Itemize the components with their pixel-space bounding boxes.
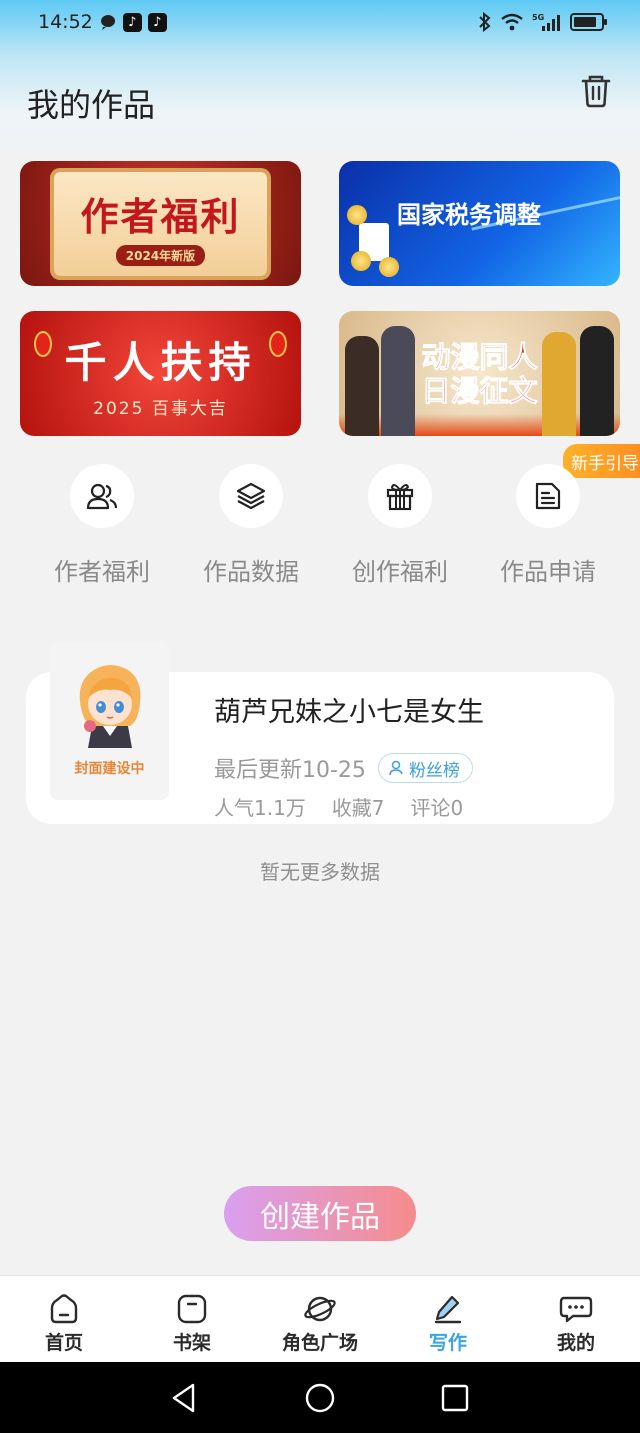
bottom-navigation: 首页 书架 角色广场 写作 我的 bbox=[0, 1275, 640, 1362]
layers-icon bbox=[236, 482, 266, 510]
trash-icon bbox=[581, 75, 611, 108]
no-more-data-text: 暂无更多数据 bbox=[260, 860, 380, 884]
character-illustration bbox=[580, 326, 614, 436]
home-icon bbox=[50, 1294, 78, 1324]
tiktok-icon: ♪ bbox=[122, 12, 142, 32]
quick-menu-work-data[interactable]: 作品数据 bbox=[181, 464, 321, 587]
planet-icon bbox=[304, 1296, 336, 1322]
banner-title: 国家税务调整 bbox=[397, 201, 541, 229]
chat-icon bbox=[559, 1296, 593, 1323]
coin-illustration bbox=[379, 257, 399, 277]
page-title: 我的作品 bbox=[27, 86, 156, 124]
popularity-count: 人气1.1万 bbox=[214, 796, 306, 820]
banner-subtitle: 2025 百事大吉 bbox=[93, 398, 228, 419]
quick-menu-label: 作者福利 bbox=[54, 558, 150, 586]
create-work-button[interactable]: 创建作品 bbox=[224, 1186, 416, 1241]
users-icon bbox=[87, 483, 117, 510]
quick-menu-creation-welfare[interactable]: 创作福利 bbox=[330, 464, 470, 587]
document-icon bbox=[535, 482, 561, 510]
quick-menu-icon-circle bbox=[516, 464, 580, 528]
signal-label: 5G bbox=[532, 13, 544, 22]
banner-title: 作者福利 bbox=[80, 193, 241, 239]
character-illustration bbox=[542, 332, 576, 436]
lantern-illustration bbox=[34, 331, 52, 357]
quick-menu-author-welfare[interactable]: 作者福利 bbox=[32, 464, 172, 587]
banner-author-welfare[interactable]: 作者福利 2024年新版 bbox=[20, 161, 301, 286]
nav-label: 书架 bbox=[172, 1332, 211, 1354]
nav-item-bookshelf[interactable]: 书架 bbox=[128, 1276, 256, 1362]
nav-label: 角色广场 bbox=[281, 1332, 358, 1354]
quick-menu-label: 创作福利 bbox=[352, 558, 448, 586]
quick-menu-icon-circle bbox=[219, 464, 283, 528]
home-circle-icon[interactable] bbox=[304, 1382, 336, 1414]
quick-menu-label: 作品申请 bbox=[500, 558, 596, 586]
wifi-icon bbox=[501, 13, 523, 31]
work-stats: 人气1.1万 收藏7 评论0 bbox=[214, 792, 463, 821]
pen-icon bbox=[434, 1295, 462, 1324]
coin-illustration bbox=[351, 251, 371, 271]
bluetooth-icon bbox=[479, 12, 491, 32]
banner-title: 动漫同人 日漫征文 bbox=[421, 339, 538, 408]
lantern-illustration bbox=[269, 331, 287, 357]
battery-icon bbox=[570, 13, 607, 31]
fans-ranking-tag[interactable]: 粉丝榜 bbox=[377, 753, 473, 783]
back-icon[interactable] bbox=[169, 1382, 199, 1414]
avatar-illustration bbox=[79, 665, 140, 748]
banner-title-line: 动漫同人 bbox=[421, 339, 538, 374]
nav-item-character-plaza[interactable]: 角色广场 bbox=[256, 1276, 384, 1362]
nav-item-writing[interactable]: 写作 bbox=[384, 1276, 512, 1362]
work-title[interactable]: 葫芦兄妹之小七是女生 bbox=[214, 690, 484, 729]
banner-thousand-support[interactable]: 千人扶持 2025 百事大吉 bbox=[20, 311, 301, 436]
banner-title-line: 日漫征文 bbox=[421, 373, 538, 408]
recent-apps-icon[interactable] bbox=[440, 1383, 470, 1413]
nav-label: 首页 bbox=[44, 1332, 83, 1354]
character-illustration bbox=[345, 336, 379, 436]
message-icon bbox=[100, 15, 115, 30]
system-navigation-bar bbox=[0, 1362, 640, 1433]
coin-illustration bbox=[347, 205, 367, 225]
fans-ranking-label: 粉丝榜 bbox=[408, 760, 460, 781]
quick-menu-icon-circle bbox=[70, 464, 134, 528]
quick-menu-label: 作品数据 bbox=[203, 558, 299, 586]
nav-item-home[interactable]: 首页 bbox=[0, 1276, 128, 1362]
banner-subtitle: 2024年新版 bbox=[115, 244, 206, 266]
banner-tax-adjustment[interactable]: 国家税务调整 bbox=[339, 161, 620, 286]
favorites-count: 收藏7 bbox=[331, 796, 385, 820]
bookshelf-icon bbox=[177, 1294, 207, 1324]
nav-label: 写作 bbox=[428, 1332, 467, 1354]
tiktok-icon: ♪ bbox=[147, 12, 167, 32]
nav-label: 我的 bbox=[556, 1332, 595, 1354]
cellular-signal-icon: 5G bbox=[532, 13, 560, 31]
trash-button[interactable] bbox=[580, 74, 612, 108]
cover-placeholder-text: 封面建设中 bbox=[74, 761, 145, 777]
banner-anime-contest[interactable]: 动漫同人 日漫征文 bbox=[339, 311, 620, 436]
battery-level bbox=[574, 17, 596, 27]
character-illustration bbox=[381, 326, 415, 436]
banner-title: 千人扶持 bbox=[64, 337, 257, 387]
quick-menu-work-application[interactable]: 作品申请 bbox=[478, 464, 618, 587]
work-meta: 最后更新10-25 粉丝榜 bbox=[214, 752, 473, 784]
last-updated: 最后更新10-25 bbox=[214, 758, 366, 783]
comments-count: 评论0 bbox=[410, 796, 464, 820]
status-bar: 14:52 ♪ ♪ 5G bbox=[0, 0, 640, 44]
status-time: 14:52 bbox=[38, 11, 93, 33]
gift-icon bbox=[386, 484, 414, 511]
quick-menu-icon-circle bbox=[368, 464, 432, 528]
banner-scroll: 作者福利 2024年新版 bbox=[54, 171, 267, 276]
nav-item-mine[interactable]: 我的 bbox=[512, 1276, 640, 1362]
work-cover[interactable]: 封面建设中 bbox=[50, 642, 169, 800]
user-icon bbox=[389, 760, 403, 776]
